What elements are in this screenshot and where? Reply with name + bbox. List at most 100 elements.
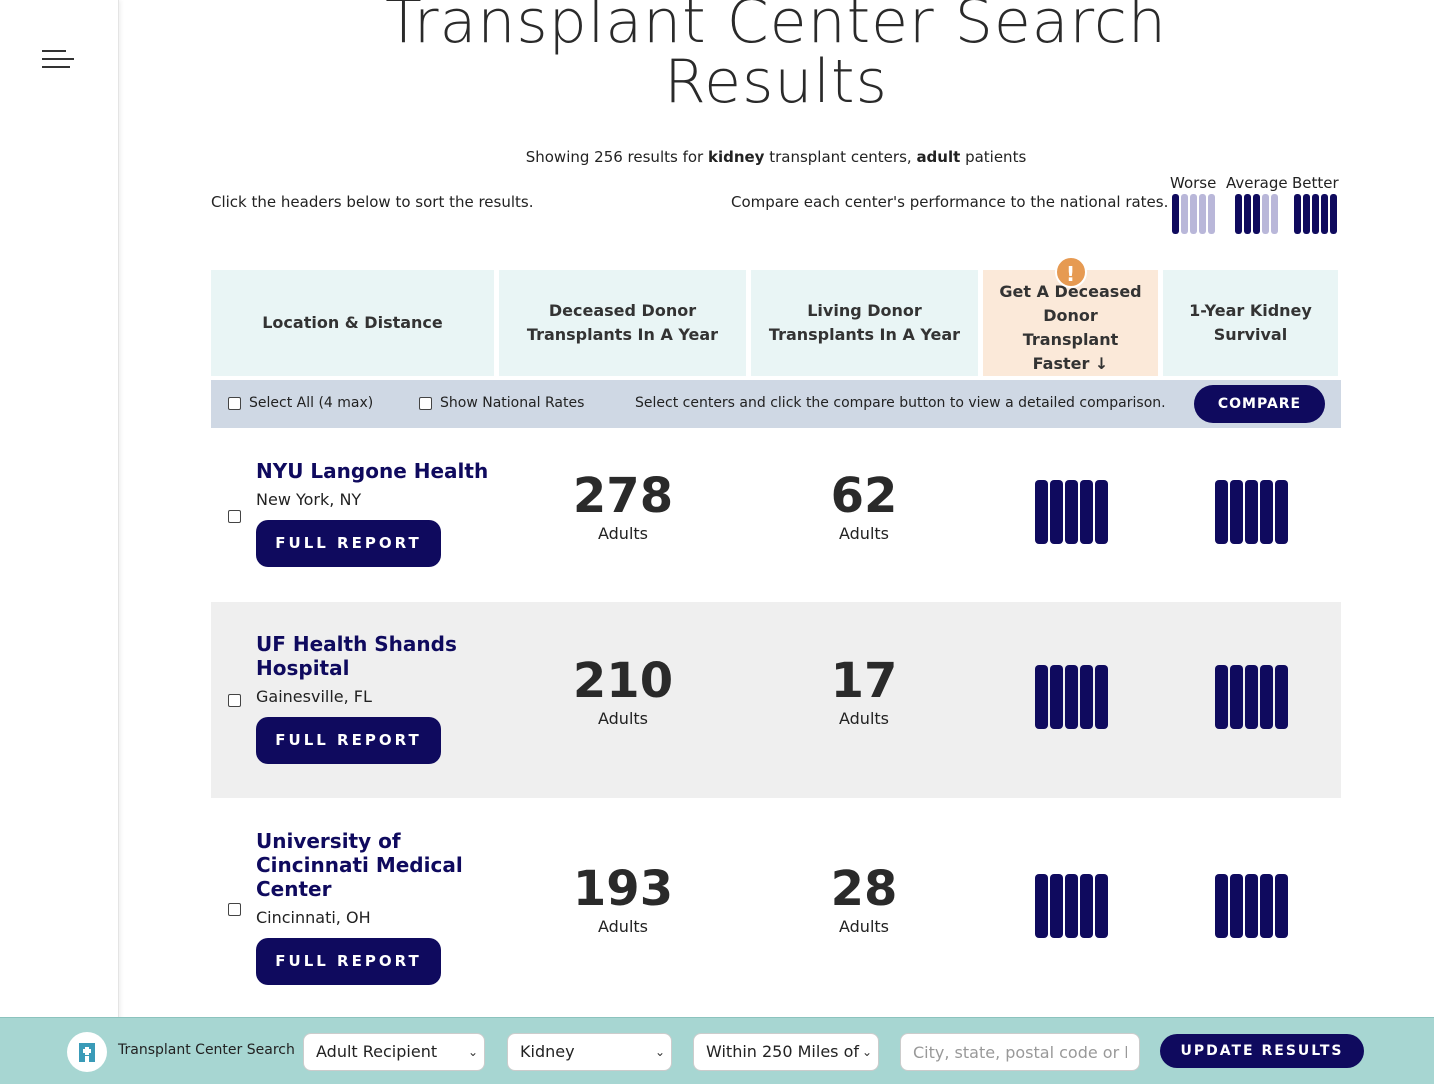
legend-bar xyxy=(1253,194,1261,234)
column-header-survival[interactable]: 1-Year Kidney Survival xyxy=(1163,270,1338,376)
chevron-down-icon: ⌄ xyxy=(861,1045,872,1059)
location-input[interactable] xyxy=(900,1033,1140,1071)
organ-select[interactable]: Kidney ⌄ xyxy=(507,1033,672,1071)
center-name-link[interactable]: NYU Langone Health xyxy=(256,459,496,483)
legend-bar xyxy=(1207,194,1215,234)
rating-bar xyxy=(1035,665,1048,729)
legend-average: Average xyxy=(1226,174,1288,234)
living-donor-count: 17 Adults xyxy=(830,653,898,728)
rating-bar xyxy=(1245,874,1258,938)
legend-bar xyxy=(1302,194,1310,234)
result-row: NYU Langone Health New York, NY FULL REP… xyxy=(211,438,1341,598)
deceased-donor-count: 278 Adults xyxy=(572,468,674,543)
show-national-rates[interactable]: Show National Rates xyxy=(419,395,584,411)
rating-bar xyxy=(1215,874,1228,938)
rating-bar xyxy=(1050,480,1063,544)
sidebar xyxy=(0,0,119,1084)
legend-bar xyxy=(1293,194,1301,234)
distance-select[interactable]: Within 250 Miles of ⌄ xyxy=(693,1033,879,1071)
column-header-location[interactable]: Location & Distance xyxy=(211,270,494,376)
legend-bar xyxy=(1244,194,1252,234)
compare-hint: Compare each center's performance to the… xyxy=(731,193,1169,211)
update-results-button[interactable]: UPDATE RESULTS xyxy=(1160,1034,1364,1068)
sort-hint: Click the headers below to sort the resu… xyxy=(211,193,534,211)
living-donor-count: 62 Adults xyxy=(830,468,898,543)
rating-bar xyxy=(1215,480,1228,544)
rating-bar xyxy=(1215,665,1228,729)
legend-bar xyxy=(1171,194,1179,234)
column-header-faster-transplant[interactable]: ! Get A Deceased Donor Transplant Faster… xyxy=(983,256,1158,376)
legend-bar xyxy=(1311,194,1319,234)
chevron-down-icon: ⌄ xyxy=(467,1045,478,1059)
chevron-down-icon: ⌄ xyxy=(654,1045,665,1059)
rating-bar xyxy=(1080,874,1093,938)
rating-bar xyxy=(1230,480,1243,544)
compare-hint-text: Select centers and click the compare but… xyxy=(635,395,1166,411)
compare-button[interactable]: COMPARE xyxy=(1194,385,1325,423)
deceased-donor-count: 193 Adults xyxy=(572,861,674,936)
row-select-checkbox[interactable] xyxy=(228,510,241,523)
full-report-button[interactable]: FULL REPORT xyxy=(256,938,441,985)
rating-bar xyxy=(1260,874,1273,938)
rating-bar xyxy=(1230,874,1243,938)
survival-rating xyxy=(1215,480,1288,544)
rating-bar xyxy=(1095,874,1108,938)
result-row: University of Cincinnati Medical Center … xyxy=(211,800,1341,1010)
alert-icon: ! xyxy=(1054,256,1087,288)
rating-bar xyxy=(1065,665,1078,729)
hospital-icon xyxy=(67,1032,107,1072)
rating-bar xyxy=(1275,874,1288,938)
full-report-button[interactable]: FULL REPORT xyxy=(256,717,441,764)
column-header-deceased-donor[interactable]: Deceased Donor Transplants In A Year xyxy=(499,270,746,376)
rating-bar xyxy=(1275,665,1288,729)
center-location: Gainesville, FL xyxy=(256,687,372,706)
select-all[interactable]: Select All (4 max) xyxy=(228,395,373,411)
faster-transplant-rating xyxy=(1035,665,1108,729)
rating-bar xyxy=(1050,874,1063,938)
results-summary: Showing 256 results for kidney transplan… xyxy=(525,148,1027,166)
center-name-link[interactable]: UF Health Shands Hospital xyxy=(256,632,496,680)
footer-label: Transplant Center Search xyxy=(118,1042,295,1058)
legend-bar xyxy=(1198,194,1206,234)
legend-bar xyxy=(1320,194,1328,234)
result-row: UF Health Shands Hospital Gainesville, F… xyxy=(211,602,1341,798)
show-national-rates-checkbox[interactable] xyxy=(419,396,432,410)
legend-bar xyxy=(1271,194,1279,234)
rating-legend: Worse Average Better xyxy=(1168,174,1344,236)
faster-transplant-rating xyxy=(1035,480,1108,544)
faster-transplant-rating xyxy=(1035,874,1108,938)
center-location: Cincinnati, OH xyxy=(256,908,371,927)
rating-bar xyxy=(1095,665,1108,729)
full-report-button[interactable]: FULL REPORT xyxy=(256,520,441,567)
rating-bar xyxy=(1230,665,1243,729)
rating-bar xyxy=(1245,665,1258,729)
rating-bar xyxy=(1065,874,1078,938)
legend-better: Better xyxy=(1292,174,1339,234)
legend-bar xyxy=(1180,194,1188,234)
rating-bar xyxy=(1260,665,1273,729)
legend-worse: Worse xyxy=(1170,174,1216,234)
menu-icon[interactable] xyxy=(42,48,74,70)
select-all-checkbox[interactable] xyxy=(228,396,241,410)
rating-bar xyxy=(1050,665,1063,729)
deceased-donor-count: 210 Adults xyxy=(572,653,674,728)
search-footer: Transplant Center Search Adult Recipient… xyxy=(0,1017,1434,1084)
legend-bar xyxy=(1262,194,1270,234)
rating-bar xyxy=(1035,480,1048,544)
rating-bar xyxy=(1035,874,1048,938)
rating-bar xyxy=(1065,480,1078,544)
recipient-select[interactable]: Adult Recipient ⌄ xyxy=(303,1033,485,1071)
column-header-living-donor[interactable]: Living Donor Transplants In A Year xyxy=(751,270,978,376)
row-select-checkbox[interactable] xyxy=(228,903,241,916)
compare-toolbar: Select All (4 max) Show National Rates S… xyxy=(211,380,1341,428)
center-name-link[interactable]: University of Cincinnati Medical Center xyxy=(256,829,496,901)
legend-bar xyxy=(1329,194,1337,234)
rating-bar xyxy=(1080,665,1093,729)
rating-bar xyxy=(1245,480,1258,544)
legend-bar xyxy=(1189,194,1197,234)
results-table-header: Location & Distance Deceased Donor Trans… xyxy=(211,256,1341,378)
rating-bar xyxy=(1095,480,1108,544)
center-location: New York, NY xyxy=(256,490,362,509)
rating-bar xyxy=(1080,480,1093,544)
row-select-checkbox[interactable] xyxy=(228,694,241,707)
